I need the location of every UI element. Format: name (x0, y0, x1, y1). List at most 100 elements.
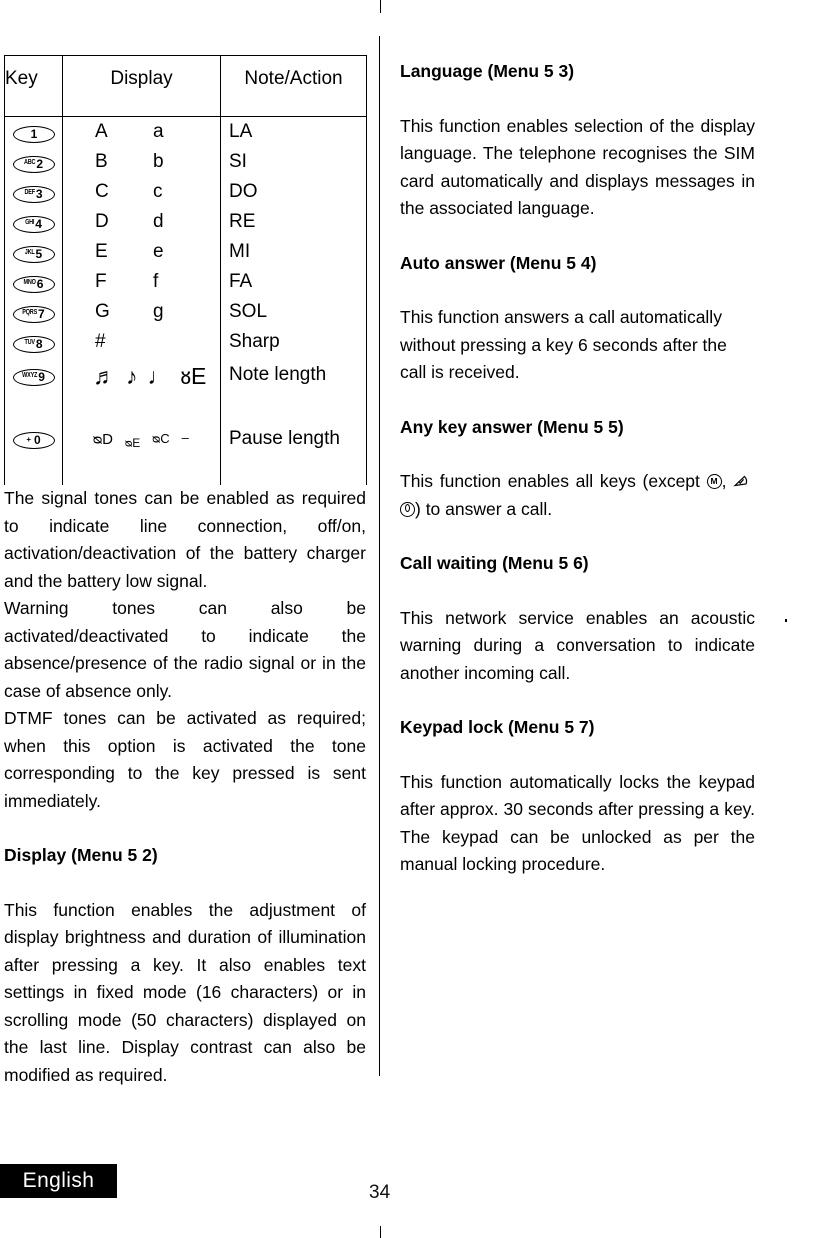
sixteenth-note-icon: ♬ (93, 363, 116, 389)
display-cell: A a (62, 116, 221, 147)
heading-keypad-lock-menu: Keypad lock (Menu 5 7) (400, 717, 595, 737)
send-key-icon (733, 475, 750, 489)
half-rest-icon: – (181, 429, 189, 445)
key-number: 1 (30, 127, 38, 142)
phone-key-0-icon: + 0 (12, 431, 55, 449)
key-number: 0 (33, 433, 41, 448)
display-lowercase: d (153, 211, 164, 232)
note-length-glyphs: ♬ ♪ ♩ ᴕE (63, 362, 220, 388)
heading-call-waiting-menu: Call waiting (Menu 5 6) (400, 553, 589, 573)
dtmf-tones-paragraph: DTMF tones can be activated as required;… (4, 708, 366, 811)
spacer-cell (220, 393, 367, 421)
column-header-note-action: Note/Action (220, 55, 367, 117)
any-key-answer-icon-gap (750, 471, 755, 491)
display-uppercase: E (95, 241, 108, 262)
key-cell: MNO 6 (4, 267, 63, 297)
display-uppercase: A (95, 121, 108, 142)
quarter-note-icon: ♩ (147, 363, 171, 389)
table-row: JKL 5 E e MI (4, 237, 367, 267)
spacer-cell (4, 457, 63, 485)
key-display-note-table: Key Display Note/Action 1 A a LA ABC 2 B… (4, 55, 367, 485)
display-lowercase (153, 331, 193, 353)
column-header-display: Display (62, 55, 221, 117)
note-cell: Note length (220, 357, 367, 393)
table-row-pause-length: + 0 ᴓD ᴓE ᴓC – Pause length (4, 421, 367, 457)
key-number: 9 (38, 370, 45, 385)
phone-key-1-icon: 1 (12, 125, 55, 143)
note-cell: SOL (220, 297, 367, 327)
pause-length-glyphs: ᴓD ᴓE ᴓC – (63, 426, 220, 452)
left-column: Key Display Note/Action 1 A a LA ABC 2 B… (4, 55, 367, 1089)
key-number: 5 (35, 247, 43, 262)
note-cell: LA (220, 116, 367, 147)
heading-language-menu: Language (Menu 5 3) (400, 61, 575, 81)
table-spacer-row (4, 393, 367, 421)
key-cell: 1 (4, 116, 63, 147)
display-lowercase: b (153, 151, 164, 172)
display-uppercase: B (95, 151, 108, 172)
key-letters: JKL (24, 249, 35, 257)
spacer-cell (4, 393, 63, 421)
note-cell: Sharp (220, 327, 367, 357)
sixteenth-rest-icon: ᴓD (93, 430, 113, 448)
table-row: MNO 6 F f FA (4, 267, 367, 297)
display-cell: G g (62, 297, 221, 327)
display-uppercase: G (95, 301, 110, 322)
language-tab: English (0, 1164, 117, 1198)
phone-key-6-icon: MNO 6 (12, 275, 55, 293)
note-cell: SI (220, 147, 367, 177)
display-uppercase: D (95, 211, 109, 232)
column-divider (379, 36, 380, 1076)
page-number: 34 (369, 1182, 391, 1203)
key-number: 7 (38, 307, 45, 322)
phone-key-2-icon: ABC 2 (12, 155, 55, 173)
key-number: 4 (35, 217, 42, 232)
right-column: Language (Menu 5 3) This function enable… (400, 58, 755, 879)
key-letters: ABC (23, 159, 36, 167)
display-uppercase: F (95, 271, 107, 292)
table-row: DEF 3 C c DO (4, 177, 367, 207)
crop-mark-bottom (380, 1226, 381, 1238)
phone-key-8-icon: TUV 8 (12, 335, 55, 353)
phone-key-9-icon: WXYZ 9 (12, 368, 55, 386)
warning-tones-paragraph: Warning tones can also be activated/deac… (4, 598, 366, 701)
display-cell: B b (62, 147, 221, 177)
note-cell: DO (220, 177, 367, 207)
display-uppercase: # (95, 331, 106, 352)
table-row: PQRS 7 G g SOL (4, 297, 367, 327)
key-letters: MNO (23, 279, 36, 287)
heading-any-key-answer-menu: Any key answer (Menu 5 5) (400, 416, 624, 437)
phone-key-7-icon: PQRS 7 (12, 305, 55, 323)
display-section-paragraph: This function enables the adjustment of … (4, 899, 366, 1085)
display-cell: ᴓD ᴓE ᴓC – (62, 421, 221, 457)
half-note-icon: ᴕE (180, 363, 207, 389)
language-section-paragraph: This function enables selection of the d… (400, 115, 755, 219)
key-cell: ABC 2 (4, 147, 63, 177)
quarter-rest-icon: ᴓC (152, 430, 170, 446)
column-header-key: Key (4, 55, 63, 117)
note-cell: MI (220, 237, 367, 267)
display-lowercase: e (153, 241, 164, 262)
key-letters: TUV (24, 339, 35, 347)
key-number: 2 (36, 157, 43, 172)
key-letters: PQRS (22, 309, 38, 317)
key-cell: PQRS 7 (4, 297, 63, 327)
auto-answer-section-paragraph: This function answers a call automatical… (400, 307, 727, 382)
eighth-rest-icon: ᴓE (124, 436, 141, 450)
display-uppercase: C (95, 181, 109, 202)
table-body: 1 A a LA ABC 2 B b SI DEF 3 C c DO GHI 4… (4, 116, 367, 485)
power-key-icon (400, 501, 415, 517)
keypad-lock-section-paragraph: This function automatically locks the ke… (400, 771, 755, 875)
key-cell: + 0 (4, 421, 63, 457)
key-cell: DEF 3 (4, 177, 63, 207)
display-lowercase: a (153, 121, 164, 142)
key-letters: DEF (24, 189, 35, 197)
